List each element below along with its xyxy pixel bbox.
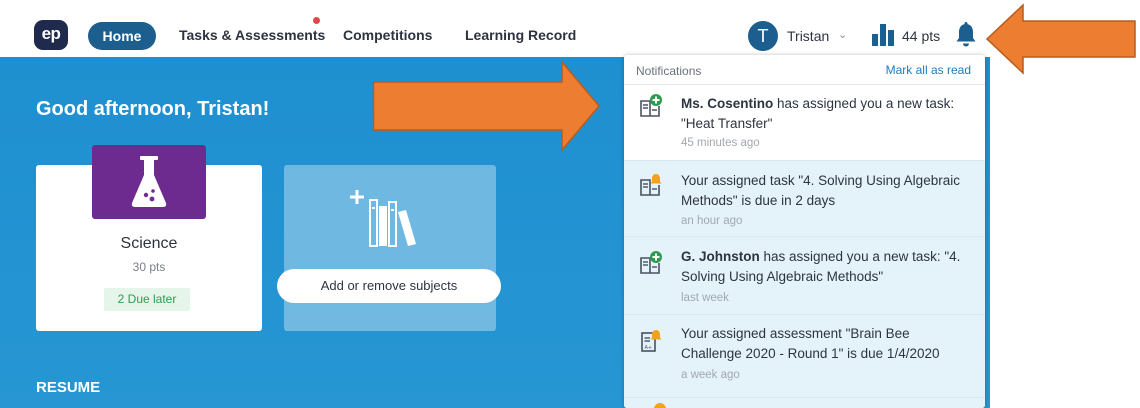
task-assigned-icon [640, 94, 662, 117]
subject-name: Science [120, 235, 178, 252]
task-due-icon [640, 174, 662, 196]
notification-time: last week [681, 292, 729, 304]
svg-text:A+: A+ [645, 345, 653, 351]
annotation-arrow-left [985, 3, 1136, 75]
next-notification-icon [654, 403, 666, 408]
flask-icon [131, 156, 167, 207]
notification-sender: G. Johnston [681, 249, 760, 264]
notification-item[interactable]: Ms. Cosentino has assigned you a new tas… [624, 86, 985, 161]
notifications-title: Notifications [636, 64, 702, 78]
notifications-dropdown: Notifications Mark all as read Ms. Cosen… [624, 55, 985, 408]
points-label[interactable]: 44 pts [902, 28, 940, 44]
user-avatar[interactable]: T [748, 21, 778, 51]
chevron-down-icon[interactable]: ⌄ [838, 28, 847, 41]
nav-competitions[interactable]: Competitions [343, 27, 432, 43]
add-remove-subjects-button[interactable]: Add or remove subjects [277, 269, 501, 303]
notification-text: Ms. Cosentino has assigned you a new tas… [681, 94, 971, 134]
nav-learning-record[interactable]: Learning Record [465, 27, 576, 43]
notification-text: Your assigned assessment "Brain Bee Chal… [681, 326, 940, 361]
notification-text: G. Johnston has assigned you a new task:… [681, 247, 971, 287]
new-indicator-dot [313, 17, 320, 24]
annotation-arrow-right [372, 60, 600, 152]
notification-time: a week ago [681, 369, 740, 381]
nav-tasks-assessments[interactable]: Tasks & Assessments [179, 27, 325, 43]
notification-time: an hour ago [681, 215, 743, 227]
books-add-icon [350, 190, 416, 247]
task-assigned-icon [640, 251, 662, 274]
notification-item[interactable]: Your assigned task "4. Solving Using Alg… [624, 161, 985, 237]
notifications-header: Notifications Mark all as read [624, 55, 985, 85]
due-later-badge[interactable]: 2 Due later [104, 288, 190, 311]
mark-all-read-link[interactable]: Mark all as read [886, 63, 971, 77]
divider [624, 397, 985, 398]
notification-text: Your assigned task "4. Solving Using Alg… [681, 173, 960, 208]
assessment-due-icon: A+ [641, 330, 662, 352]
notification-item[interactable]: G. Johnston has assigned you a new task:… [624, 237, 985, 315]
resume-heading: RESUME [36, 379, 101, 396]
subject-badge [92, 145, 206, 219]
bell-icon[interactable] [955, 22, 977, 48]
user-name[interactable]: Tristan [787, 28, 829, 44]
bar-chart-icon[interactable] [871, 22, 895, 46]
greeting-heading: Good afternoon, Tristan! [36, 98, 270, 120]
notification-sender: Ms. Cosentino [681, 96, 774, 111]
subject-points: 30 pts [132, 260, 166, 274]
nav-home-tab[interactable]: Home [88, 22, 156, 50]
notification-time: 45 minutes ago [681, 137, 760, 149]
notification-item[interactable]: A+ Your assigned assessment "Brain Bee C… [624, 315, 985, 408]
ep-logo[interactable]: ep [34, 20, 68, 50]
